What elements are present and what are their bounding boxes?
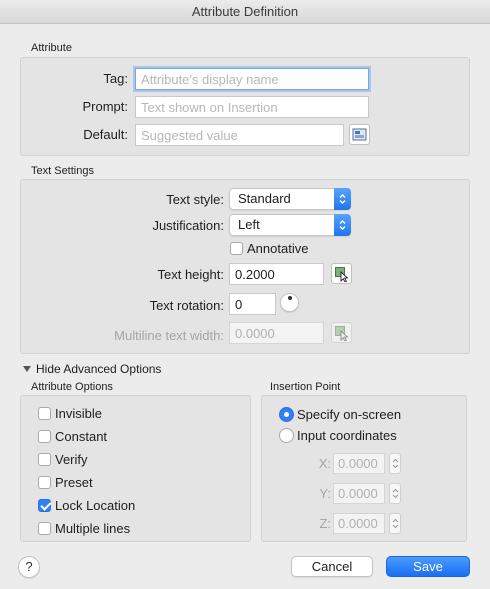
lock-location-checkbox[interactable]	[38, 499, 51, 512]
help-button[interactable]: ?	[18, 556, 40, 578]
z-label: Z:	[319, 516, 331, 531]
insert-field-button[interactable]	[349, 124, 370, 145]
z-field: 0.0000	[333, 513, 385, 534]
multiline-width-field	[229, 322, 324, 344]
pick-height-button[interactable]	[331, 263, 352, 284]
multiline-width-label: Multiline text width:	[114, 328, 224, 343]
window-title: Attribute Definition	[0, 0, 490, 24]
y-label: Y:	[319, 486, 331, 501]
multiple-lines-label: Multiple lines	[55, 521, 131, 536]
text-style-popup[interactable]: Standard	[229, 188, 351, 210]
input-coordinates-radio[interactable]	[279, 428, 294, 443]
constant-checkbox[interactable]	[38, 430, 51, 443]
cancel-button[interactable]: Cancel	[291, 556, 373, 577]
z-stepper	[389, 513, 401, 534]
attribute-options-heading: Attribute Options	[31, 381, 113, 393]
attribute-heading: Attribute	[31, 42, 72, 54]
justification-label: Justification:	[152, 218, 224, 233]
x-label: X:	[318, 456, 331, 471]
constant-label: Constant	[55, 429, 108, 444]
preset-checkbox[interactable]	[38, 476, 51, 489]
pick-point-icon	[334, 325, 349, 341]
lock-location-label: Lock Location	[55, 498, 136, 513]
text-rotation-field[interactable]	[229, 293, 276, 315]
updown-arrows-icon	[334, 188, 351, 210]
verify-checkbox[interactable]	[38, 453, 51, 466]
invisible-label: Invisible	[55, 406, 102, 421]
rotation-dial[interactable]	[280, 293, 299, 312]
insert-field-icon	[352, 128, 367, 141]
input-coordinates-label: Input coordinates	[297, 428, 397, 443]
invisible-checkbox[interactable]	[38, 407, 51, 420]
y-field: 0.0000	[333, 483, 385, 504]
pick-point-icon	[334, 266, 349, 282]
text-settings-heading: Text Settings	[31, 165, 94, 177]
insertion-point-heading: Insertion Point	[270, 381, 341, 393]
multiple-lines-checkbox[interactable]	[38, 522, 51, 535]
justification-popup[interactable]: Left	[229, 214, 351, 236]
text-height-label: Text height:	[157, 267, 225, 282]
tag-field[interactable]	[135, 68, 369, 90]
annotative-label: Annotative	[247, 241, 309, 256]
stepper-arrows-icon	[392, 518, 398, 529]
text-rotation-label: Text rotation:	[149, 298, 224, 313]
disclosure-triangle-icon[interactable]	[22, 364, 32, 374]
specify-onscreen-label: Specify on-screen	[297, 407, 402, 422]
preset-label: Preset	[55, 475, 93, 490]
tag-label: Tag:	[103, 71, 128, 86]
hide-advanced-toggle[interactable]: Hide Advanced Options	[36, 362, 161, 376]
stepper-arrows-icon	[392, 488, 398, 499]
prompt-field[interactable]	[135, 96, 369, 118]
x-field: 0.0000	[333, 453, 385, 474]
default-label: Default:	[83, 127, 128, 142]
pick-width-button	[331, 322, 352, 343]
save-button[interactable]: Save	[386, 556, 470, 577]
x-stepper	[389, 453, 401, 474]
updown-arrows-icon	[334, 214, 351, 236]
text-height-field[interactable]	[229, 263, 324, 285]
annotative-checkbox[interactable]	[230, 242, 243, 255]
verify-label: Verify	[55, 452, 88, 467]
stepper-arrows-icon	[392, 458, 398, 469]
text-style-value: Standard	[238, 191, 291, 206]
specify-onscreen-radio[interactable]	[279, 407, 294, 422]
justification-value: Left	[238, 217, 260, 232]
y-stepper	[389, 483, 401, 504]
prompt-label: Prompt:	[82, 99, 128, 114]
default-field[interactable]	[135, 124, 344, 146]
text-style-label: Text style:	[166, 192, 224, 207]
